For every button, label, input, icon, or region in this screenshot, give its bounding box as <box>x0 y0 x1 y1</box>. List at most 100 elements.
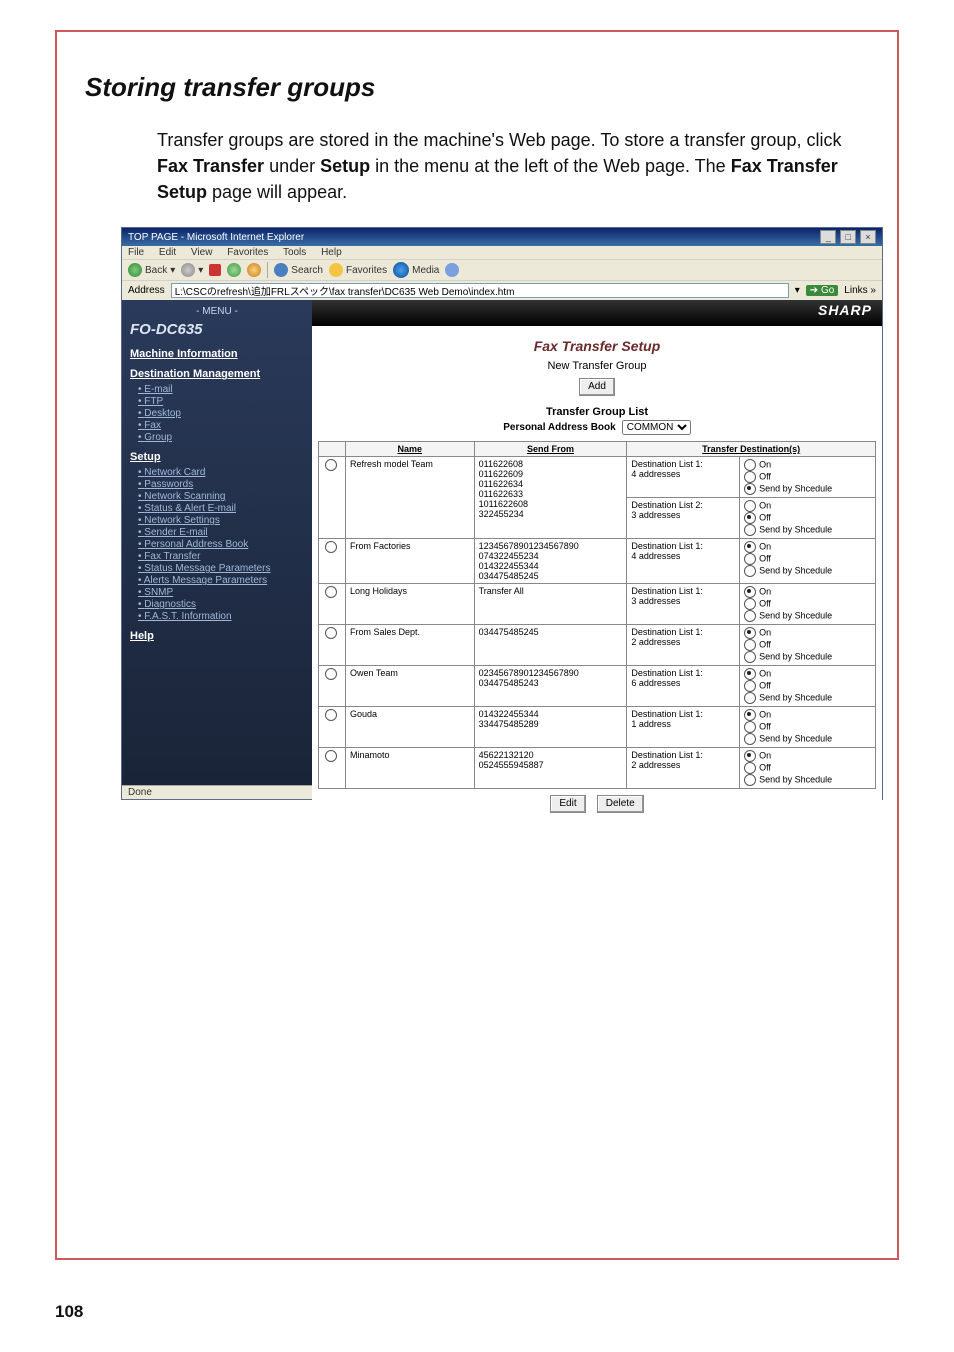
stop-button[interactable] <box>209 264 221 276</box>
main-inner: Fax Transfer Setup New Transfer Group Ad… <box>312 326 882 811</box>
opt-off-radio[interactable] <box>744 680 756 692</box>
opt-off-radio[interactable] <box>744 762 756 774</box>
edit-button[interactable]: Edit <box>550 795 585 813</box>
forward-button[interactable]: ▾ <box>181 263 203 277</box>
back-icon <box>128 263 142 277</box>
go-button[interactable]: ➔ Go <box>806 285 839 296</box>
menu-file[interactable]: File <box>128 247 144 258</box>
sidebar-item-fax-transfer[interactable]: Fax Transfer <box>138 551 304 562</box>
sidebar-item-fast-info[interactable]: F.A.S.T. Information <box>138 611 304 622</box>
table-row: Minamoto45622132120 0524555945887Destina… <box>319 748 876 789</box>
opt-sched-radio[interactable] <box>744 692 756 704</box>
sidebar-item-passwords[interactable]: Passwords <box>138 479 304 490</box>
back-button[interactable]: Back ▾ <box>128 263 175 277</box>
sidebar-item-alerts-msg[interactable]: Alerts Message Parameters <box>138 575 304 586</box>
menu-tools[interactable]: Tools <box>283 247 306 258</box>
sidebar-item-network-scanning[interactable]: Network Scanning <box>138 491 304 502</box>
home-button[interactable] <box>247 263 261 277</box>
opt-on-radio[interactable] <box>744 750 756 762</box>
opt-on-radio[interactable] <box>744 627 756 639</box>
menu-edit[interactable]: Edit <box>159 247 176 258</box>
browser-toolbar: Back ▾ ▾ Search Favorites Media <box>122 259 882 280</box>
sidebar-item-network-card[interactable]: Network Card <box>138 467 304 478</box>
sidebar-dest-mgmt[interactable]: Destination Management <box>130 368 304 380</box>
sidebar-setup[interactable]: Setup <box>130 451 304 463</box>
delete-button[interactable]: Delete <box>597 795 644 813</box>
opt-off-radio[interactable] <box>744 471 756 483</box>
cell-options: OnOffSend by Shcedule <box>740 625 876 666</box>
sidebar-item-desktop[interactable]: Desktop <box>138 408 304 419</box>
col-destinations[interactable]: Transfer Destination(s) <box>627 442 876 457</box>
opt-sched-radio[interactable] <box>744 524 756 536</box>
opt-on-radio[interactable] <box>744 709 756 721</box>
search-button[interactable]: Search <box>274 263 323 277</box>
sidebar-item-status-msg[interactable]: Status Message Parameters <box>138 563 304 574</box>
opt-off-radio[interactable] <box>744 512 756 524</box>
row-radio[interactable] <box>325 668 337 680</box>
sidebar-item-pab[interactable]: Personal Address Book <box>138 539 304 550</box>
opt-on-radio[interactable] <box>744 459 756 471</box>
opt-on-radio[interactable] <box>744 541 756 553</box>
opt-sched-radio[interactable] <box>744 733 756 745</box>
row-radio[interactable] <box>325 627 337 639</box>
opt-sched-radio[interactable] <box>744 565 756 577</box>
close-button[interactable]: × <box>860 230 876 244</box>
col-name[interactable]: Name <box>346 442 475 457</box>
cell-name: From Sales Dept. <box>346 625 475 666</box>
sidebar-item-sender-email[interactable]: Sender E-mail <box>138 527 304 538</box>
cell-options: OnOffSend by Shcedule <box>740 457 876 498</box>
row-radio[interactable] <box>325 709 337 721</box>
refresh-button[interactable] <box>227 263 241 277</box>
page-frame: Storing transfer groups Transfer groups … <box>55 30 899 1260</box>
links-label[interactable]: Links » <box>844 285 876 296</box>
add-button[interactable]: Add <box>579 378 615 396</box>
sidebar-help[interactable]: Help <box>130 630 304 642</box>
address-dropdown-icon[interactable]: ▾ <box>795 285 800 296</box>
opt-on-radio[interactable] <box>744 586 756 598</box>
maximize-button[interactable]: □ <box>840 230 856 244</box>
sidebar-menu-header: - MENU - <box>130 306 304 317</box>
sidebar-item-snmp[interactable]: SNMP <box>138 587 304 598</box>
pab-select[interactable]: COMMON <box>622 420 691 435</box>
row-radio[interactable] <box>325 586 337 598</box>
sidebar-item-fax[interactable]: Fax <box>138 420 304 431</box>
opt-sched-radio[interactable] <box>744 774 756 786</box>
sidebar-machine-info[interactable]: Machine Information <box>130 348 304 360</box>
opt-off-radio[interactable] <box>744 639 756 651</box>
cell-name: From Factories <box>346 539 475 584</box>
cell-send-from: 12345678901234567890 074322455234 014322… <box>474 539 627 584</box>
opt-off-radio[interactable] <box>744 721 756 733</box>
cell-options: OnOffSend by Shcedule <box>740 498 876 539</box>
favorites-label: Favorites <box>346 265 387 276</box>
browser-screenshot: TOP PAGE - Microsoft Internet Explorer _… <box>121 227 883 800</box>
sidebar-item-group[interactable]: Group <box>138 432 304 443</box>
sidebar-item-network-settings[interactable]: Network Settings <box>138 515 304 526</box>
opt-sched-radio[interactable] <box>744 610 756 622</box>
opt-on-radio[interactable] <box>744 500 756 512</box>
search-icon <box>274 263 288 277</box>
cell-options: OnOffSend by Shcedule <box>740 539 876 584</box>
sidebar-item-email[interactable]: E-mail <box>138 384 304 395</box>
history-button[interactable] <box>445 263 459 277</box>
sidebar-item-diagnostics[interactable]: Diagnostics <box>138 599 304 610</box>
opt-sched-radio[interactable] <box>744 483 756 495</box>
menu-help[interactable]: Help <box>321 247 342 258</box>
row-radio[interactable] <box>325 750 337 762</box>
opt-sched-radio[interactable] <box>744 651 756 663</box>
menu-favorites[interactable]: Favorites <box>227 247 268 258</box>
minimize-button[interactable]: _ <box>820 230 836 244</box>
opt-on-radio[interactable] <box>744 668 756 680</box>
pab-row: Personal Address Book COMMON <box>318 420 876 435</box>
opt-off-radio[interactable] <box>744 553 756 565</box>
row-radio[interactable] <box>325 541 337 553</box>
sidebar-item-ftp[interactable]: FTP <box>138 396 304 407</box>
sidebar-item-status-alert[interactable]: Status & Alert E-mail <box>138 503 304 514</box>
favorites-button[interactable]: Favorites <box>329 263 387 277</box>
menu-view[interactable]: View <box>191 247 213 258</box>
media-button[interactable]: Media <box>393 262 439 278</box>
body-bold-fax-transfer: Fax Transfer <box>157 156 264 176</box>
col-send-from[interactable]: Send From <box>474 442 627 457</box>
address-input[interactable] <box>171 283 789 298</box>
opt-off-radio[interactable] <box>744 598 756 610</box>
row-radio[interactable] <box>325 459 337 471</box>
